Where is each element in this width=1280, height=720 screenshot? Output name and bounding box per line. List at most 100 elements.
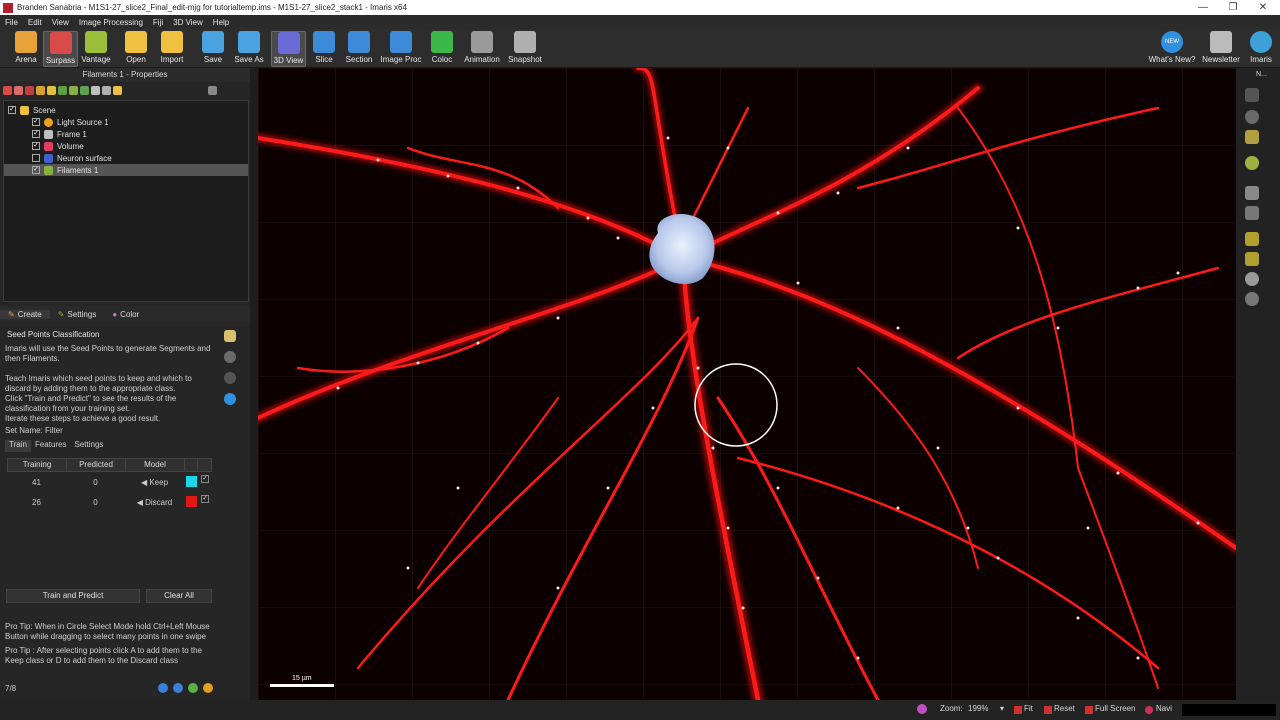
header-model[interactable]: Model bbox=[126, 459, 185, 471]
finish-icon[interactable] bbox=[188, 683, 198, 693]
keep-color-swatch[interactable] bbox=[186, 476, 197, 487]
menu-view[interactable]: View bbox=[47, 18, 74, 27]
neuron-surface-checkbox[interactable] bbox=[32, 154, 40, 162]
color-wheel-icon[interactable] bbox=[917, 704, 927, 714]
tree-item-light-source[interactable]: ✓ Light Source 1 bbox=[4, 116, 248, 128]
skip-icon[interactable] bbox=[224, 351, 236, 363]
scene-checkbox[interactable]: ✓ bbox=[8, 106, 16, 114]
projection-icon[interactable] bbox=[1245, 186, 1259, 200]
add-clipping-icon[interactable] bbox=[58, 86, 67, 95]
clear-all-button[interactable]: Clear All bbox=[146, 589, 212, 603]
zoom-label: Zoom: bbox=[940, 704, 963, 713]
window-title: Branden Sanabria - M1S1-27_slice2_Final_… bbox=[17, 3, 407, 12]
axis-icon[interactable] bbox=[1245, 252, 1259, 266]
grid-icon[interactable] bbox=[1245, 232, 1259, 246]
add-frame-icon[interactable] bbox=[102, 86, 111, 95]
back-arrow-icon[interactable] bbox=[158, 683, 168, 693]
wizard-icon[interactable] bbox=[224, 330, 236, 342]
add-filament-icon[interactable] bbox=[36, 86, 45, 95]
imaris-button[interactable]: Imaris bbox=[1246, 31, 1276, 67]
add-reference-icon[interactable] bbox=[80, 86, 89, 95]
help-icon[interactable] bbox=[224, 393, 236, 405]
light-source-checkbox[interactable]: ✓ bbox=[32, 118, 40, 126]
reset-button[interactable]: Reset bbox=[1054, 704, 1075, 713]
animation-button[interactable]: Animation bbox=[462, 31, 502, 67]
surpass-button[interactable]: Surpass bbox=[43, 31, 78, 67]
import-icon bbox=[161, 31, 183, 53]
model-label: Keep bbox=[149, 477, 169, 487]
menu-help[interactable]: Help bbox=[208, 18, 234, 27]
slice-button[interactable]: Slice bbox=[310, 31, 338, 67]
minimize-button[interactable]: — bbox=[1188, 0, 1218, 15]
close-button[interactable]: ✕ bbox=[1248, 0, 1278, 15]
train-and-predict-button[interactable]: Train and Predict bbox=[6, 589, 140, 603]
restore-button[interactable]: ❐ bbox=[1218, 0, 1248, 15]
chevron-down-icon[interactable]: ▾ bbox=[1000, 704, 1004, 713]
table-row[interactable]: 41 0 ◀ Keep ✓ bbox=[7, 472, 212, 492]
menu-3d-view[interactable]: 3D View bbox=[168, 18, 208, 27]
header-predicted[interactable]: Predicted bbox=[67, 459, 126, 471]
subtab-features[interactable]: Features bbox=[31, 440, 71, 452]
subtab-settings[interactable]: Settings bbox=[71, 440, 108, 452]
tree-item-frame[interactable]: ✓ Frame 1 bbox=[4, 128, 248, 140]
navi-button[interactable]: Navi bbox=[1156, 704, 1172, 713]
3d-view-button[interactable]: 3D View bbox=[271, 31, 306, 67]
section-button[interactable]: Section bbox=[343, 31, 375, 67]
save-as-button[interactable]: Save As bbox=[232, 31, 266, 67]
vantage-button[interactable]: Vantage bbox=[80, 31, 112, 67]
open-button[interactable]: Open bbox=[120, 31, 152, 67]
fit-button[interactable]: Fit bbox=[1024, 704, 1033, 713]
filaments-checkbox[interactable]: ✓ bbox=[32, 166, 40, 174]
menu-file[interactable]: File bbox=[0, 18, 23, 27]
frame-checkbox[interactable]: ✓ bbox=[32, 130, 40, 138]
newsletter-button[interactable]: Newsletter bbox=[1200, 31, 1242, 67]
reset-view-icon[interactable] bbox=[1245, 292, 1259, 306]
navigate-icon[interactable] bbox=[1245, 110, 1259, 124]
coloc-button[interactable]: Coloc bbox=[428, 31, 456, 67]
add-group-icon[interactable] bbox=[113, 86, 122, 95]
tree-item-filaments[interactable]: ✓ Filaments 1 bbox=[4, 164, 248, 176]
tree-item-volume[interactable]: ✓ Volume bbox=[4, 140, 248, 152]
table-row[interactable]: 26 0 ◀ Discard ✓ bbox=[7, 492, 212, 512]
snapshot-button[interactable]: Snapshot bbox=[506, 31, 544, 67]
menu-edit[interactable]: Edit bbox=[23, 18, 47, 27]
select-icon[interactable] bbox=[1245, 130, 1259, 144]
menu-image-processing[interactable]: Image Processing bbox=[74, 18, 148, 27]
volume-checkbox[interactable]: ✓ bbox=[32, 142, 40, 150]
add-tracks-icon[interactable] bbox=[47, 86, 56, 95]
camera-view-icon[interactable] bbox=[1245, 206, 1259, 220]
add-spots-icon[interactable] bbox=[3, 86, 12, 95]
save-button[interactable]: Save bbox=[198, 31, 228, 67]
whats-new-button[interactable]: NEW What's New? bbox=[1148, 31, 1196, 67]
import-button[interactable]: Import bbox=[155, 31, 189, 67]
menu-fiji[interactable]: Fiji bbox=[148, 18, 168, 27]
tab-create[interactable]: ✎ Create bbox=[0, 309, 50, 319]
forward-arrow-icon[interactable] bbox=[173, 683, 183, 693]
header-training[interactable]: Training bbox=[8, 459, 67, 471]
add-surface-icon[interactable] bbox=[14, 86, 23, 95]
tab-color[interactable]: ● Color bbox=[104, 310, 147, 319]
discard-visible-checkbox[interactable]: ✓ bbox=[201, 495, 209, 503]
cancel-icon[interactable] bbox=[224, 372, 236, 384]
pointer-icon[interactable] bbox=[1245, 88, 1259, 102]
zoom-value[interactable]: 199% bbox=[968, 704, 988, 713]
target-icon[interactable] bbox=[1245, 272, 1259, 286]
lasso-icon[interactable] bbox=[1245, 156, 1259, 170]
tree-item-scene[interactable]: ✓ Scene bbox=[4, 104, 248, 116]
discard-color-swatch[interactable] bbox=[186, 496, 197, 507]
delete-icon[interactable] bbox=[208, 86, 217, 95]
subtab-train[interactable]: Train bbox=[5, 440, 31, 452]
cancel-wizard-icon[interactable] bbox=[203, 683, 213, 693]
tab-settings[interactable]: ✎ Settings bbox=[50, 310, 105, 319]
add-cells-icon[interactable] bbox=[25, 86, 34, 95]
add-light-icon[interactable] bbox=[91, 86, 100, 95]
3d-viewer[interactable]: 15 µm bbox=[258, 68, 1236, 700]
image-proc-button[interactable]: Image Proc bbox=[380, 31, 422, 67]
creation-side-tools bbox=[224, 330, 244, 414]
folder-icon bbox=[125, 31, 147, 53]
add-measurement-icon[interactable] bbox=[69, 86, 78, 95]
full-screen-button[interactable]: Full Screen bbox=[1095, 704, 1135, 713]
arena-button[interactable]: Arena bbox=[10, 31, 42, 67]
keep-visible-checkbox[interactable]: ✓ bbox=[201, 475, 209, 483]
tree-item-neuron-surface[interactable]: Neuron surface bbox=[4, 152, 248, 164]
